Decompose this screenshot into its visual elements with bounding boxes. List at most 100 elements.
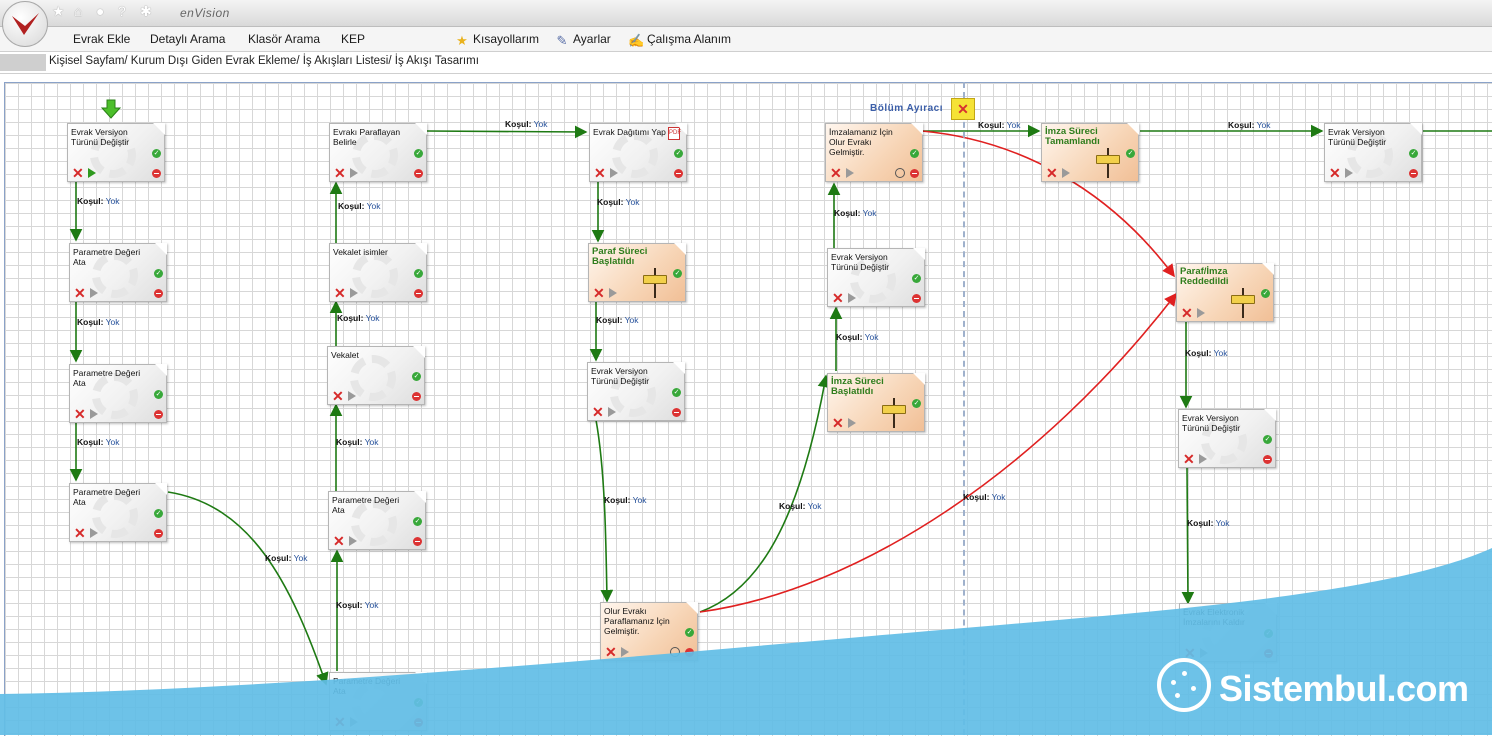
- workflow-node[interactable]: Vekalet ✓ ✕: [327, 346, 425, 405]
- delete-icon[interactable]: ✕: [605, 645, 617, 659]
- workflow-node[interactable]: İmza Süreci Başlatıldı ✓ ✕: [827, 373, 925, 432]
- play-icon[interactable]: [848, 293, 856, 303]
- workflow-node[interactable]: Evrak Versiyon Türünü Değiştir ✓ ✕: [587, 362, 685, 421]
- workflow-node[interactable]: Evrak Versiyon Türünü Değiştir ✓ ✕: [67, 123, 165, 182]
- delete-icon[interactable]: ✕: [1329, 166, 1341, 180]
- stop-icon[interactable]: [414, 169, 423, 178]
- delete-icon[interactable]: ✕: [74, 526, 86, 540]
- stop-icon[interactable]: [912, 294, 921, 303]
- check-icon[interactable]: ✓: [1261, 289, 1270, 298]
- menu-klasor-arama[interactable]: Klasör Arama: [248, 32, 320, 46]
- stop-icon[interactable]: [672, 408, 681, 417]
- play-icon[interactable]: [608, 407, 616, 417]
- puzzle-icon[interactable]: ✱: [140, 4, 154, 19]
- stop-icon[interactable]: [685, 648, 694, 657]
- delete-icon[interactable]: ✕: [832, 416, 844, 430]
- stop-icon[interactable]: [910, 169, 919, 178]
- stop-icon[interactable]: [414, 718, 423, 727]
- play-icon[interactable]: [1200, 648, 1208, 658]
- check-icon[interactable]: ✓: [912, 274, 921, 283]
- help-icon[interactable]: ?: [118, 4, 132, 19]
- play-icon[interactable]: [90, 528, 98, 538]
- workflow-node[interactable]: Olur Evrakı Paraflamanız İçin Gelmiştir.…: [600, 602, 698, 661]
- play-icon[interactable]: [848, 418, 856, 428]
- check-icon[interactable]: ✓: [674, 149, 683, 158]
- stop-icon[interactable]: [413, 537, 422, 546]
- check-icon[interactable]: ✓: [1126, 149, 1135, 158]
- check-icon[interactable]: ✓: [673, 269, 682, 278]
- workflow-node[interactable]: Paraf Süreci Başlatıldı ✓ ✕: [588, 243, 686, 302]
- delete-icon[interactable]: ✕: [592, 405, 604, 419]
- play-icon[interactable]: [610, 168, 618, 178]
- stop-icon[interactable]: [674, 169, 683, 178]
- play-icon[interactable]: [348, 391, 356, 401]
- check-icon[interactable]: ✓: [910, 149, 919, 158]
- delete-icon[interactable]: ✕: [334, 166, 346, 180]
- menu-ayarlar[interactable]: ✎ Ayarlar: [554, 32, 611, 48]
- app-logo[interactable]: [2, 1, 48, 47]
- play-icon[interactable]: [1197, 308, 1205, 318]
- stop-icon[interactable]: [152, 169, 161, 178]
- stop-icon[interactable]: [1264, 649, 1273, 658]
- play-icon[interactable]: [350, 717, 358, 727]
- menu-calisma-alanim[interactable]: ✍ Çalışma Alanım: [628, 32, 731, 48]
- delete-icon[interactable]: ✕: [830, 166, 842, 180]
- delete-icon[interactable]: ✕: [1183, 452, 1195, 466]
- delete-icon[interactable]: ✕: [1046, 166, 1058, 180]
- home-icon[interactable]: ⌂: [74, 4, 88, 19]
- stop-icon[interactable]: [1409, 169, 1418, 178]
- check-icon[interactable]: ✓: [412, 372, 421, 381]
- workflow-node[interactable]: İmzalamanız İçin Olur Evrakı Gelmiştir. ✓…: [825, 123, 923, 182]
- workflow-node[interactable]: Evrak Versiyon Türünü Değiştir ✓ ✕: [827, 248, 925, 307]
- play-icon[interactable]: [350, 288, 358, 298]
- workflow-node[interactable]: Parametre Değeri Ata ✓ ✕: [329, 672, 427, 731]
- check-icon[interactable]: ✓: [152, 149, 161, 158]
- stop-icon[interactable]: [414, 289, 423, 298]
- check-icon[interactable]: ✓: [414, 149, 423, 158]
- check-icon[interactable]: ✓: [154, 390, 163, 399]
- check-icon[interactable]: ✓: [413, 517, 422, 526]
- play-icon[interactable]: [90, 409, 98, 419]
- delete-icon[interactable]: ✕: [72, 166, 84, 180]
- delete-icon[interactable]: ✕: [332, 389, 344, 403]
- user-icon[interactable]: ●: [96, 4, 110, 19]
- delete-icon[interactable]: ✕: [594, 166, 606, 180]
- check-icon[interactable]: ✓: [1264, 629, 1273, 638]
- menu-detayli-arama[interactable]: Detaylı Arama: [150, 32, 225, 46]
- delete-icon[interactable]: ✕: [333, 534, 345, 548]
- play-icon[interactable]: [349, 536, 357, 546]
- delete-icon[interactable]: ✕: [334, 286, 346, 300]
- check-icon[interactable]: ✓: [154, 269, 163, 278]
- menu-kisayollarim[interactable]: ★ Kısayollarım: [454, 32, 539, 48]
- section-close-icon[interactable]: ✕: [951, 98, 975, 120]
- delete-icon[interactable]: ✕: [593, 286, 605, 300]
- play-icon[interactable]: [1345, 168, 1353, 178]
- star-icon[interactable]: ★: [52, 4, 66, 19]
- workflow-node[interactable]: İmza Süreci Tamamlandı ✓ ✕: [1041, 123, 1139, 182]
- workflow-node[interactable]: Paraf/İmza Reddedildi ✓ ✕: [1176, 263, 1274, 322]
- workflow-node[interactable]: Parametre Değeri Ata ✓ ✕: [69, 243, 167, 302]
- delete-icon[interactable]: ✕: [832, 291, 844, 305]
- menu-kep[interactable]: KEP: [341, 32, 365, 46]
- delete-icon[interactable]: ✕: [74, 286, 86, 300]
- workflow-node[interactable]: Parametre Değeri Ata ✓ ✕: [328, 491, 426, 550]
- check-icon[interactable]: ✓: [1263, 435, 1272, 444]
- check-icon[interactable]: ✓: [672, 388, 681, 397]
- workflow-node[interactable]: Evrak Dağıtımı Yap PDF ✓ ✕: [589, 123, 687, 182]
- stop-icon[interactable]: [1263, 455, 1272, 464]
- stop-icon[interactable]: [154, 289, 163, 298]
- check-icon[interactable]: ✓: [912, 399, 921, 408]
- workflow-node[interactable]: Evrakı Paraflayan Belirle ✓ ✕: [329, 123, 427, 182]
- check-icon[interactable]: ✓: [1409, 149, 1418, 158]
- check-icon[interactable]: ✓: [414, 269, 423, 278]
- workflow-node[interactable]: Vekalet isimler ✓ ✕: [329, 243, 427, 302]
- workflow-node[interactable]: Evrak Versiyon Türünü Değiştir ✓ ✕: [1178, 409, 1276, 468]
- stop-icon[interactable]: [154, 529, 163, 538]
- play-icon[interactable]: [621, 647, 629, 657]
- workflow-node[interactable]: Parametre Değeri Ata ✓ ✕: [69, 364, 167, 423]
- check-icon[interactable]: ✓: [414, 698, 423, 707]
- play-icon[interactable]: [1199, 454, 1207, 464]
- stop-icon[interactable]: [154, 410, 163, 419]
- play-icon[interactable]: [609, 288, 617, 298]
- play-icon[interactable]: [846, 168, 854, 178]
